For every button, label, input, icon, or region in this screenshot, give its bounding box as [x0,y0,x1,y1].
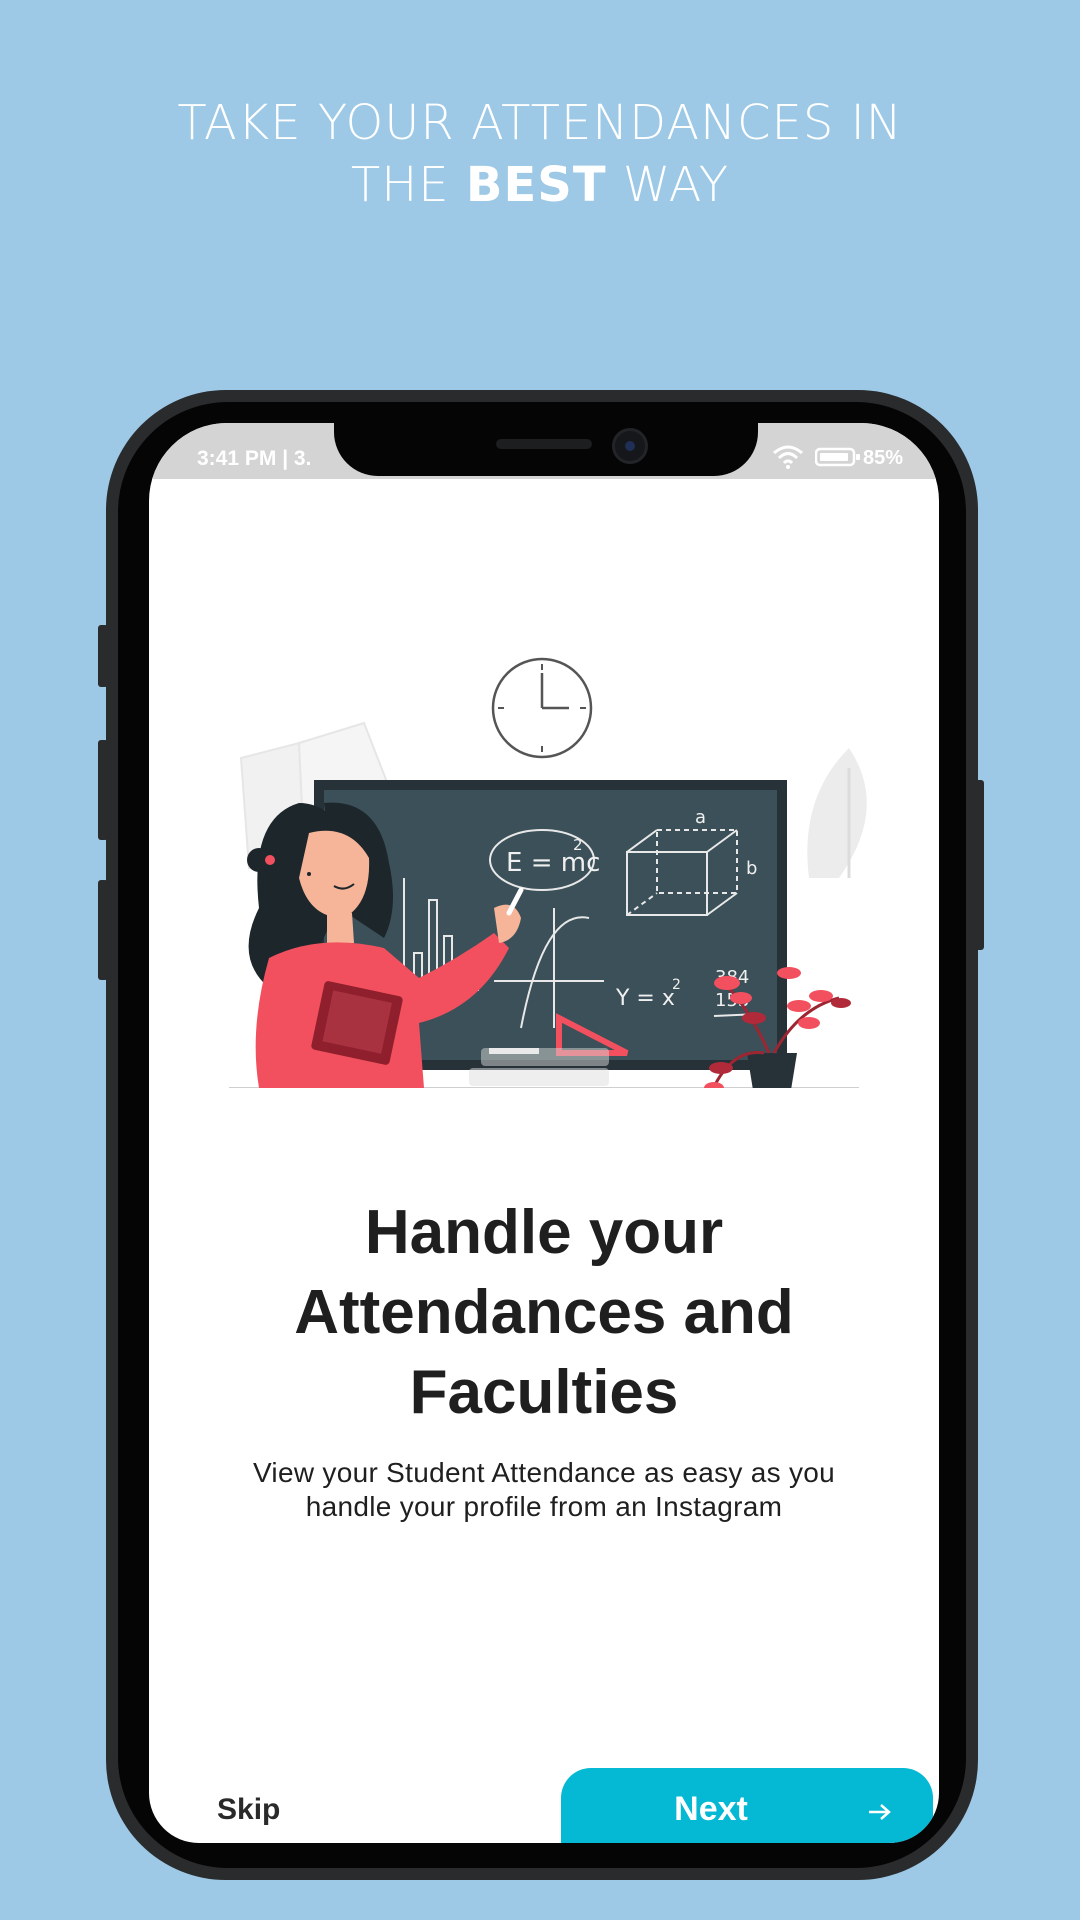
board-equation-exp: 2 [672,977,681,993]
promo-line-2-post: WAY [622,157,730,213]
next-button-label: Next [674,1790,748,1828]
onboarding-description: View your Student Attendance as easy as … [252,1457,836,1522]
promo-line-2-pre: THE [350,157,450,213]
status-time: 3:41 PM | 3. [197,447,312,470]
book-stack [469,1048,609,1086]
board-formula: E = mc [506,848,600,878]
phone-volume-down-button [98,880,108,980]
phone-speaker [496,439,592,449]
promo-heading: TAKE YOUR ATTENDANCES IN THE BEST WAY [0,92,1080,216]
skip-button[interactable]: Skip [217,1793,280,1827]
phone-side-button [98,625,108,687]
leaf-icon [807,748,867,878]
onboarding-title: Handle your Attendances and Faculties [149,1193,939,1433]
wifi-icon [773,445,803,469]
board-label-a: a [695,807,706,828]
board-equation: Y = x [615,986,675,1011]
promo-line-2: THE BEST WAY [0,154,1080,216]
app-screen: 3:41 PM | 3. 85% E = mc 2 a b Y = x 2 Ha… [149,423,939,1843]
board-label-b: b [746,858,757,879]
promo-line-2-bold: BEST [465,157,607,213]
arrow-right-icon [869,1804,891,1820]
phone-volume-up-button [98,740,108,840]
phone-power-button [974,780,984,950]
teacher-blackboard-illustration: E = mc 2 a b Y = x 2 [229,657,867,1088]
phone-camera [612,428,648,464]
clock-icon [491,657,593,759]
battery-icon [815,447,860,467]
promo-line-1: TAKE YOUR ATTENDANCES IN [177,95,903,151]
next-button[interactable]: Next [561,1768,933,1843]
onboarding-title-text: Handle your Attendances and Faculties [294,1198,794,1427]
board-formula-exp: 2 [573,836,583,854]
status-battery: 85% [862,447,903,469]
